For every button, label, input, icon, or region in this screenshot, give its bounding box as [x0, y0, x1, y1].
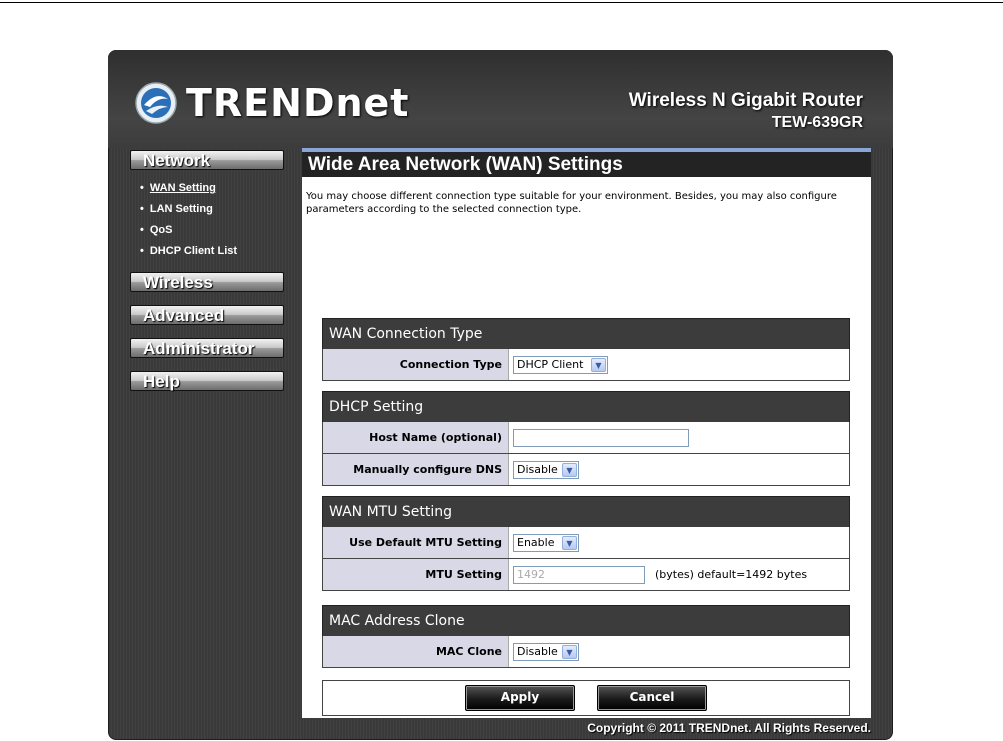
default-mtu-label: Use Default MTU Setting: [323, 527, 509, 558]
manual-dns-label: Manually configure DNS: [323, 454, 509, 485]
form-row: MTU Setting 1492 (bytes) default=1492 by…: [322, 559, 850, 591]
dhcp-setting-section: DHCP Setting Host Name (optional) Manual…: [322, 391, 850, 486]
host-name-input[interactable]: [513, 428, 689, 447]
manual-dns-select[interactable]: Disable ▼: [513, 460, 579, 479]
title-bar: Wide Area Network (WAN) Settings: [302, 148, 871, 177]
mac-clone-section: MAC Address Clone MAC Clone Disable ▼: [322, 605, 850, 668]
form-row: Connection Type DHCP Client ▼: [322, 349, 850, 381]
section-heading: MAC Address Clone: [322, 605, 850, 636]
sidebar-nav: Network WAN Setting LAN Setting QoS DHCP…: [130, 150, 286, 391]
chevron-down-icon: ▼: [562, 462, 577, 477]
page-top-rule: [0, 2, 1003, 3]
subnav-lan-setting[interactable]: LAN Setting: [140, 199, 286, 220]
mtu-input[interactable]: 1492: [513, 565, 645, 584]
subnav-qos[interactable]: QoS: [140, 220, 286, 241]
copyright-text: Copyright © 2011 TRENDnet. All Rights Re…: [587, 721, 871, 735]
wan-mtu-section: WAN MTU Setting Use Default MTU Setting …: [322, 496, 850, 591]
form-row: Manually configure DNS Disable ▼: [322, 454, 850, 486]
form-row: MAC Clone Disable ▼: [322, 636, 850, 668]
mtu-hint: (bytes) default=1492 bytes: [655, 568, 808, 581]
select-value: Disable: [517, 645, 558, 658]
section-heading: WAN MTU Setting: [322, 496, 850, 527]
host-name-label: Host Name (optional): [323, 422, 509, 453]
apply-button[interactable]: Apply: [465, 685, 575, 711]
chevron-down-icon: ▼: [562, 644, 577, 659]
subnav-dhcp-client-list[interactable]: DHCP Client List: [140, 241, 286, 262]
nav-administrator[interactable]: Administrator: [130, 338, 284, 358]
connection-type-select[interactable]: DHCP Client ▼: [513, 355, 608, 374]
router-admin-frame: TRENDnet Wireless N Gigabit Router TEW-6…: [108, 50, 893, 740]
form-row: Host Name (optional): [322, 422, 850, 454]
subnav-wan-setting[interactable]: WAN Setting: [140, 178, 286, 199]
network-submenu: WAN Setting LAN Setting QoS DHCP Client …: [130, 178, 286, 262]
section-heading: WAN Connection Type: [322, 318, 850, 349]
nav-network[interactable]: Network: [130, 150, 284, 170]
brand-wordmark: TRENDnet: [186, 81, 410, 125]
form-row: Use Default MTU Setting Enable ▼: [322, 527, 850, 559]
mac-clone-select[interactable]: Disable ▼: [513, 642, 579, 661]
nav-wireless[interactable]: Wireless: [130, 272, 284, 292]
page-title: Wide Area Network (WAN) Settings: [308, 154, 623, 175]
wan-connection-section: WAN Connection Type Connection Type DHCP…: [322, 318, 850, 381]
mtu-setting-label: MTU Setting: [323, 559, 509, 590]
action-bar: Apply Cancel: [322, 680, 850, 716]
nav-help[interactable]: Help: [130, 371, 284, 391]
nav-advanced[interactable]: Advanced: [130, 305, 284, 325]
select-value: Disable: [517, 463, 558, 476]
cancel-button[interactable]: Cancel: [597, 685, 707, 711]
trendnet-globe-icon: [135, 82, 177, 124]
footer: Copyright © 2011 TRENDnet. All Rights Re…: [108, 718, 893, 740]
connection-type-label: Connection Type: [323, 349, 509, 380]
product-line: Wireless N Gigabit Router: [628, 90, 863, 111]
brand-logo: TRENDnet: [134, 80, 409, 126]
select-value: Enable: [517, 536, 555, 549]
select-value: DHCP Client: [517, 358, 584, 371]
default-mtu-select[interactable]: Enable ▼: [513, 533, 579, 552]
mac-clone-label: MAC Clone: [323, 636, 509, 667]
product-model: TEW-639GR: [771, 114, 863, 131]
chevron-down-icon: ▼: [591, 357, 606, 372]
main-content: Wide Area Network (WAN) Settings You may…: [302, 148, 871, 718]
page-intro: You may choose different connection type…: [306, 191, 837, 215]
header: TRENDnet Wireless N Gigabit Router TEW-6…: [108, 50, 893, 148]
chevron-down-icon: ▼: [562, 535, 577, 550]
section-heading: DHCP Setting: [322, 391, 850, 422]
product-name: Wireless N Gigabit Router TEW-639GR: [629, 90, 863, 134]
